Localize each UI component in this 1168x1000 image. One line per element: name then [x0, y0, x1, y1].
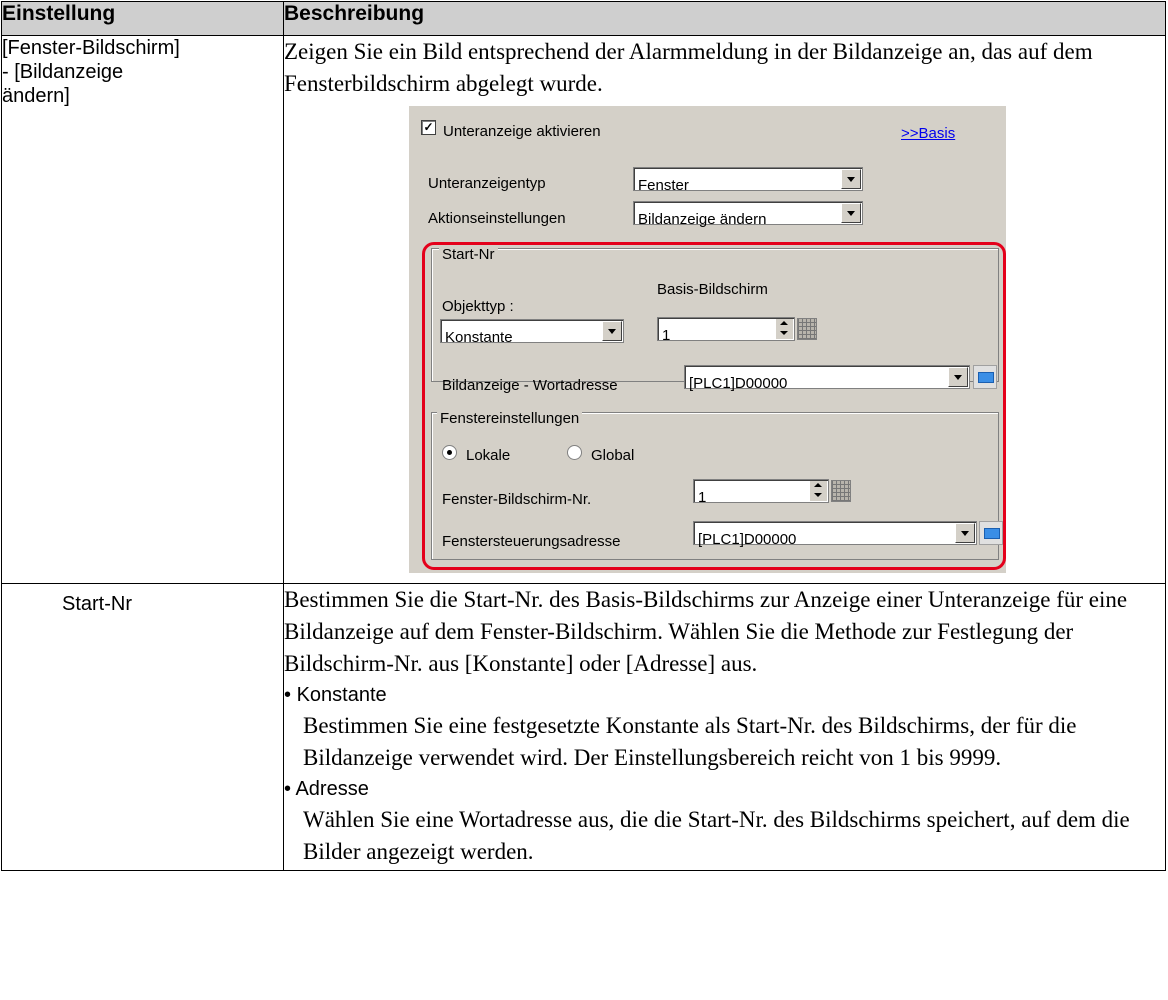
description-text: Bestimmen Sie die Start-Nr. des Basis-Bi…: [284, 587, 1128, 676]
setting-cell: Start-Nr: [1, 583, 284, 871]
table-row: [Fenster-Bildschirm] - [Bildanzeige ände…: [1, 35, 1166, 584]
table-row: Start-Nr Bestimmen Sie die Start-Nr. des…: [1, 583, 1166, 871]
action-settings-select[interactable]: Bildanzeige ändern: [633, 201, 863, 228]
header-einstellung: Einstellung: [1, 1, 284, 36]
description-cell: Bestimmen Sie die Start-Nr. des Basis-Bi…: [283, 583, 1166, 871]
setting-cell: [Fenster-Bildschirm] - [Bildanzeige ände…: [1, 35, 284, 584]
highlight-frame: [422, 242, 1006, 570]
header-beschreibung: Beschreibung: [283, 1, 1166, 36]
bullet-title: Adresse: [295, 778, 369, 800]
chevron-down-icon[interactable]: [841, 203, 861, 223]
bullet-konstante: • Konstante: [284, 684, 387, 706]
setting-name-line1: [Fenster-Bildschirm]: [2, 37, 180, 59]
description-cell: Zeigen Sie ein Bild entsprechend der Ala…: [283, 35, 1166, 584]
enable-subdisplay-checkbox[interactable]: ✓: [421, 120, 436, 135]
bullet-adresse: • Adresse: [284, 778, 369, 800]
enable-subdisplay-label: Unteranzeige aktivieren: [443, 123, 601, 140]
setting-name-line2: - [Bildanzeige: [2, 61, 124, 83]
bullet-konstante-text: Bestimmen Sie eine festgesetzte Konstant…: [303, 713, 1077, 770]
table-header-row: Einstellung Beschreibung: [1, 1, 1166, 36]
description-text: Zeigen Sie ein Bild entsprechend der Ala…: [284, 39, 1093, 96]
basis-link[interactable]: >>Basis: [901, 118, 955, 150]
action-settings-value: Bildanzeige ändern: [638, 211, 767, 228]
bullet-adresse-text: Wählen Sie eine Wortadresse aus, die die…: [303, 807, 1130, 864]
subdisplay-type-label: Unteranzeigentyp: [428, 175, 546, 192]
setting-name-line3: ändern]: [2, 85, 70, 107]
action-settings-label: Aktionseinstellungen: [428, 210, 566, 227]
chevron-down-icon[interactable]: [841, 169, 861, 189]
settings-dialog-screenshot: ✓ Unteranzeige aktivieren >>Basis Untera…: [409, 106, 1006, 573]
bullet-title: Konstante: [296, 684, 387, 706]
subdisplay-type-select[interactable]: Fenster: [633, 167, 863, 194]
subdisplay-type-value: Fenster: [638, 177, 689, 194]
settings-table: Einstellung Beschreibung [Fenster-Bildsc…: [1, 1, 1166, 871]
